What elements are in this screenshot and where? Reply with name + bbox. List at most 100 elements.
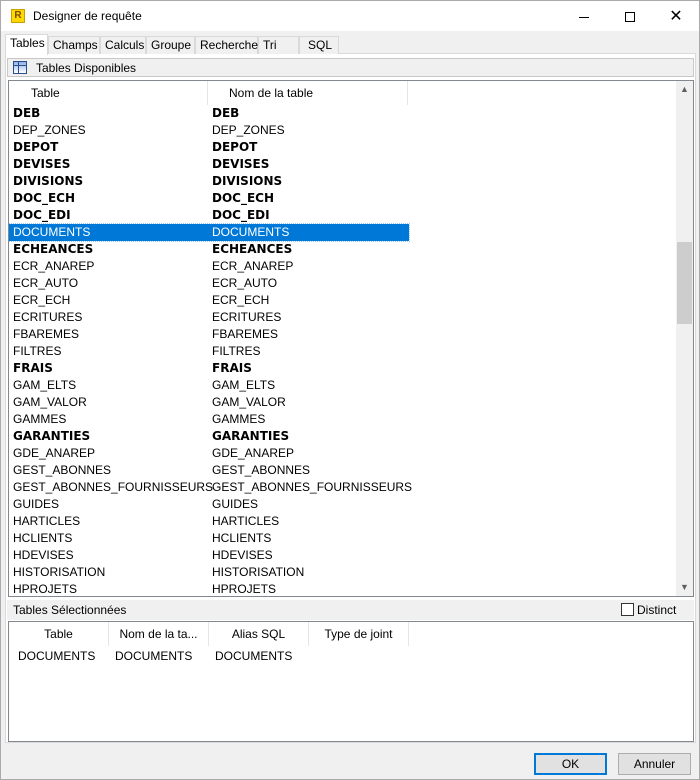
distinct-checkbox[interactable]: Distinct [621,603,676,617]
sel-column-header-join[interactable]: Type de joint [309,622,409,646]
table-row[interactable]: FILTRES FILTRES [9,343,409,360]
query-designer-window: R Designer de requête ✕ Tables Champs Ca… [0,0,700,780]
table-row[interactable]: HISTORISATION HISTORISATION [9,564,409,581]
table-name-cell: HPROJETS [212,582,277,596]
table-row[interactable]: GAM_VALOR GAM_VALOR [9,394,409,411]
selected-tables-header: Tables Sélectionnées Distinct [7,600,694,620]
available-tables-list[interactable]: Table Nom de la table DEB DEB DEP_ZONES DEP… [8,80,694,597]
sel-column-header-alias[interactable]: Alias SQL [209,622,309,646]
selected-tables-list[interactable]: Table Nom de la ta... Alias SQL Type de … [8,621,694,742]
table-name-cell: FILTRES [212,344,261,358]
selected-row-alias[interactable]: DOCUMENTS [215,648,292,665]
vertical-scrollbar[interactable]: ▲ ▼ [676,81,693,596]
table-row[interactable]: DOCUMENTS DOCUMENTS [9,223,410,242]
cancel-button[interactable]: Annuler [618,753,691,775]
minimize-button[interactable] [561,1,607,31]
table-name-cell: DEB [212,106,240,120]
checkbox-icon[interactable] [621,603,634,616]
table-row[interactable]: GARANTIES GARANTIES [9,428,409,445]
query-designer-icon: R [11,9,25,23]
table-row[interactable]: DOC_EDI DOC_EDI [9,207,409,224]
tab-groupe[interactable]: Groupe [146,36,195,54]
available-tables-title: Tables Disponibles [36,61,137,75]
table-name-cell: DEPOT [212,140,258,154]
table-row[interactable]: GDE_ANAREP GDE_ANAREP [9,445,409,462]
selected-row-name[interactable]: DOCUMENTS [115,648,192,665]
table-row[interactable]: ECR_ANAREP ECR_ANAREP [9,258,409,275]
table-row[interactable]: GAM_ELTS GAM_ELTS [9,377,409,394]
table-row[interactable]: GUIDES GUIDES [9,496,409,513]
table-cell: HCLIENTS [13,531,73,545]
tab-tri[interactable]: Tri [258,36,299,54]
table-row[interactable]: HARTICLES HARTICLES [9,513,409,530]
column-header-name[interactable]: Nom de la table [208,81,408,105]
table-cell: DEP_ZONES [13,123,86,137]
table-name-cell: DEVISES [212,157,270,171]
available-tables-rows: DEB DEB DEP_ZONES DEP_ZONES DEPOT DEPOT DEVISE… [9,105,677,596]
table-name-cell: DIVISIONS [212,174,283,188]
tab-calculs[interactable]: Calculs [100,36,146,54]
table-cell: ECR_AUTO [13,276,79,290]
table-name-cell: FBAREMES [212,327,279,341]
window-title: Designer de requête [33,9,142,23]
table-row[interactable]: ECRITURES ECRITURES [9,309,409,326]
table-row[interactable]: DEB DEB [9,105,409,122]
table-cell: DEVISES [13,157,71,171]
available-tables-header: Tables Disponibles [7,58,694,77]
table-cell: HDEVISES [13,548,74,562]
tab-sql[interactable]: SQL [299,36,339,54]
selected-row-table[interactable]: DOCUMENTS [18,648,95,665]
maximize-icon [625,12,635,23]
table-name-cell: DOC_EDI [212,208,270,222]
table-cell: FRAIS [13,361,53,375]
table-row[interactable]: ECHEANCES ECHEANCES [9,241,409,258]
table-row[interactable]: FBAREMES FBAREMES [9,326,409,343]
table-cell: DOC_EDI [13,208,71,222]
table-name-cell: DOCUMENTS [212,225,290,239]
table-row[interactable]: FRAIS FRAIS [9,360,409,377]
table-row[interactable]: ECR_AUTO ECR_AUTO [9,275,409,292]
table-row[interactable]: DIVISIONS DIVISIONS [9,173,409,190]
tab-recherche[interactable]: Recherche [195,36,258,54]
table-cell: HARTICLES [13,514,81,528]
table-row[interactable]: GEST_ABONNES GEST_ABONNES [9,462,409,479]
table-row[interactable]: DEVISES DEVISES [9,156,409,173]
table-row[interactable]: DOC_ECH DOC_ECH [9,190,409,207]
table-name-cell: GEST_ABONNES [212,463,311,477]
table-cell: GAM_VALOR [13,395,87,409]
table-row[interactable]: HPROJETS HPROJETS [9,581,409,596]
table-row[interactable]: GEST_ABONNES_FOURNISSEURS GEST_ABONNES_FO… [9,479,412,496]
scroll-up-icon[interactable]: ▲ [676,81,693,98]
tab-tables[interactable]: Tables [5,34,48,55]
table-name-cell: GAM_VALOR [212,395,286,409]
table-row[interactable]: HDEVISES HDEVISES [9,547,409,564]
maximize-button[interactable] [607,1,653,31]
table-name-cell: GARANTIES [212,429,290,443]
close-button[interactable]: ✕ [653,1,699,31]
table-name-cell: ECRITURES [212,310,282,324]
table-row[interactable]: ECR_ECH ECR_ECH [9,292,409,309]
table-name-cell: HARTICLES [212,514,280,528]
column-header-table[interactable]: Table [9,81,208,105]
distinct-label: Distinct [637,603,677,617]
scrollbar-thumb[interactable] [677,242,692,324]
table-name-cell: ECR_ANAREP [212,259,294,273]
table-name-cell: ECR_AUTO [212,276,278,290]
scroll-down-icon[interactable]: ▼ [676,579,693,596]
table-cell: DOC_ECH [13,191,76,205]
table-row[interactable]: DEPOT DEPOT [9,139,409,156]
table-cell: FBAREMES [13,327,80,341]
table-row[interactable]: DEP_ZONES DEP_ZONES [9,122,409,139]
table-name-cell: HCLIENTS [212,531,272,545]
table-row[interactable]: HCLIENTS HCLIENTS [9,530,409,547]
sel-column-header-name[interactable]: Nom de la ta... [109,622,209,646]
table-cell: GDE_ANAREP [13,446,96,460]
ok-button[interactable]: OK [534,753,607,775]
table-cell: GARANTIES [13,429,91,443]
minimize-icon [579,16,589,18]
table-cell: DEB [13,106,41,120]
sel-column-header-table[interactable]: Table [9,622,109,646]
tab-champs[interactable]: Champs [48,36,100,54]
table-row[interactable]: GAMMES GAMMES [9,411,409,428]
table-cell: GUIDES [13,497,60,511]
